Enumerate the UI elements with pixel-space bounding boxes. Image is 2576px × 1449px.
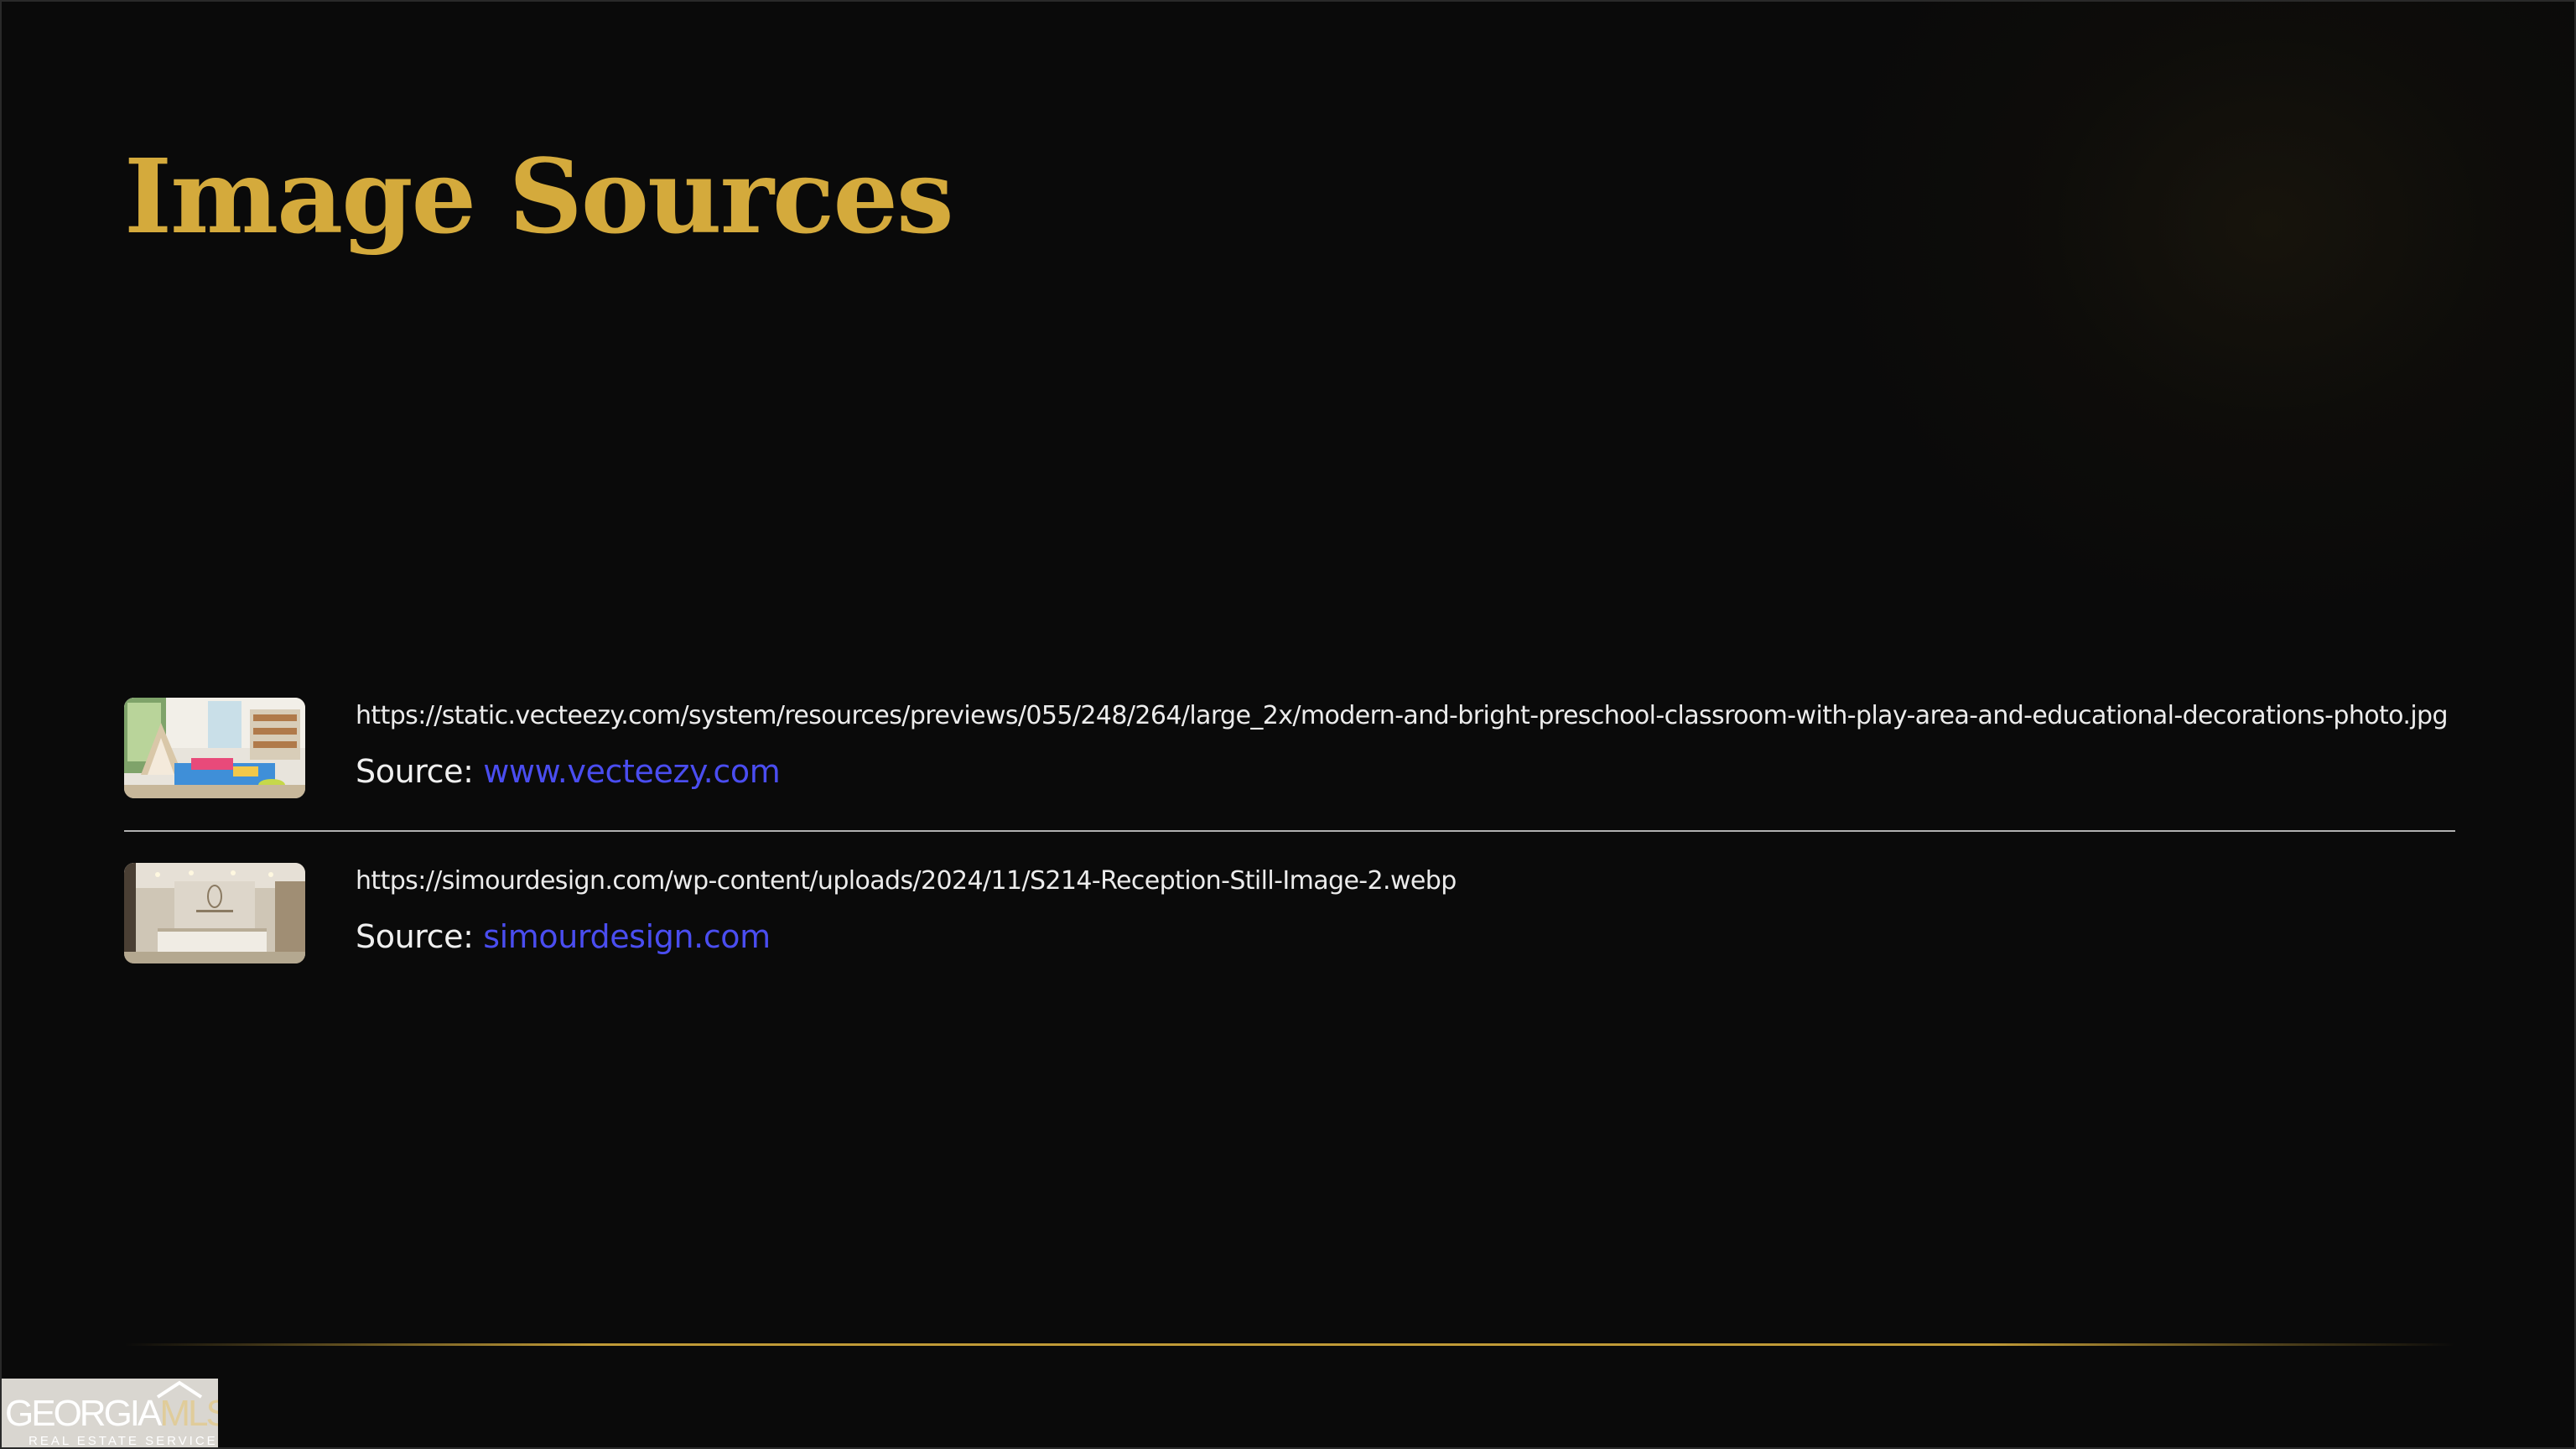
source-link[interactable]: www.vecteezy.com (483, 753, 781, 790)
source-link[interactable]: simourdesign.com (483, 918, 771, 955)
georgia-mls-logo: GEORGIAMLS REAL ESTATE SERVICES (2, 1379, 218, 1448)
page-title: Image Sources (124, 136, 954, 257)
source-label: Source: (356, 753, 474, 790)
source-row: https://static.vecteezy.com/system/resou… (124, 698, 2455, 800)
source-row: https://simourdesign.com/wp-content/uplo… (124, 863, 2455, 965)
background-glow (1805, 2, 2574, 639)
logo-brand-right: MLS (159, 1393, 218, 1434)
source-label: Source: (356, 918, 474, 955)
logo-brand-left: GEORGIA (5, 1393, 162, 1434)
reception-lobby-thumbnail (124, 863, 305, 963)
logo-tagline: REAL ESTATE SERVICES (29, 1434, 218, 1448)
image-url[interactable]: https://simourdesign.com/wp-content/uplo… (356, 866, 1457, 896)
image-url[interactable]: https://static.vecteezy.com/system/resou… (356, 701, 2449, 730)
footer-gold-line (124, 1343, 2455, 1346)
slide: Image Sources https://static.vecteezy.co… (0, 0, 2576, 1449)
logo-wordmark: GEORGIAMLS (5, 1395, 218, 1432)
source-line: Source: www.vecteezy.com (356, 753, 781, 790)
preschool-classroom-thumbnail (124, 698, 305, 798)
divider (124, 830, 2455, 832)
source-line: Source: simourdesign.com (356, 918, 771, 955)
